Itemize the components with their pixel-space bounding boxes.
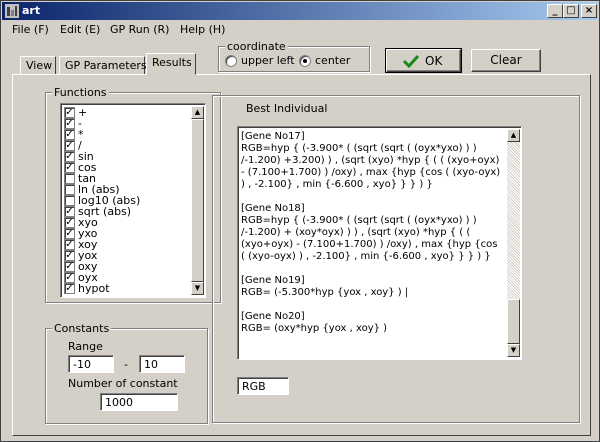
radio-upper-left-label: upper left: [241, 54, 295, 67]
functions-scrollbar[interactable]: ▲ ▼: [191, 106, 204, 295]
functions-group: Functions ✓ + ✓ - ✓ * ✓ / ✓ sin ✓ cos tan ln (abs) log…: [45, 86, 221, 303]
range-min-input[interactable]: -10: [68, 355, 114, 373]
checkbox-checked[interactable]: ✓: [64, 107, 75, 118]
ok-button[interactable]: OK: [385, 48, 462, 73]
menu-help[interactable]: Help (H): [180, 23, 225, 36]
scroll-down-icon[interactable]: ▼: [191, 282, 204, 295]
best-individual-text: [Gene No17] RGB=hyp { (-3.900* ( (sqrt (…: [241, 131, 501, 334]
menu-gp-run[interactable]: GP Run (R): [110, 23, 169, 36]
radio-upper-left[interactable]: [225, 55, 237, 67]
checkmark-icon: [403, 54, 419, 68]
text-scroll-thumb[interactable]: [507, 299, 520, 344]
best-individual-textarea[interactable]: [Gene No17] RGB=hyp { (-3.900* ( (sqrt (…: [237, 126, 522, 360]
checkbox-checked[interactable]: ✓: [64, 140, 75, 151]
checkbox-unchecked[interactable]: [64, 184, 75, 195]
color-mode-field[interactable]: RGB: [237, 377, 289, 395]
tab-view[interactable]: View: [20, 56, 56, 75]
scroll-thumb[interactable]: [191, 119, 204, 282]
coordinate-group: coordinate upper left center: [218, 40, 370, 72]
app-icon: [5, 4, 19, 18]
checkbox-checked[interactable]: ✓: [64, 129, 75, 140]
coordinate-label: coordinate: [225, 40, 288, 53]
range-separator: -: [124, 358, 128, 371]
checkbox-checked[interactable]: ✓: [64, 118, 75, 129]
clear-button[interactable]: Clear: [471, 49, 541, 72]
checkbox-checked[interactable]: ✓: [64, 228, 75, 239]
text-scroll-down-icon[interactable]: ▼: [507, 344, 520, 357]
checkbox-checked[interactable]: ✓: [64, 283, 75, 294]
constants-label: Constants: [52, 322, 112, 335]
checkbox-unchecked[interactable]: [64, 195, 75, 206]
checkbox-checked[interactable]: ✓: [64, 151, 75, 162]
best-individual-label: Best Individual: [246, 102, 328, 115]
app-window: art _ □ × File (F) Edit (E) GP Run (R) H…: [0, 0, 600, 442]
checkbox-checked[interactable]: ✓: [64, 272, 75, 283]
checkbox-checked[interactable]: ✓: [64, 217, 75, 228]
checkbox-unchecked[interactable]: [64, 173, 75, 184]
constant-count-label: Number of constant: [68, 377, 178, 390]
menu-file[interactable]: File (F): [12, 23, 49, 36]
maximize-button[interactable]: □: [563, 4, 579, 18]
radio-center-label: center: [315, 54, 351, 67]
checkbox-checked[interactable]: ✓: [64, 239, 75, 250]
checkbox-checked[interactable]: ✓: [64, 206, 75, 217]
menu-bar: File (F) Edit (E) GP Run (R) Help (H): [2, 21, 598, 39]
text-scrollbar[interactable]: ▲ ▼: [507, 129, 520, 357]
radio-center[interactable]: [299, 55, 311, 67]
function-label: hypot: [78, 282, 110, 295]
text-scroll-up-icon[interactable]: ▲: [507, 129, 520, 142]
title-bar[interactable]: art _ □ ×: [2, 2, 598, 20]
menu-edit[interactable]: Edit (E): [60, 23, 100, 36]
minimize-button[interactable]: _: [547, 4, 563, 18]
range-max-input[interactable]: 10: [139, 355, 185, 373]
functions-list[interactable]: ✓ + ✓ - ✓ * ✓ / ✓ sin ✓ cos tan ln (abs) log10 (abs) ✓ s…: [60, 103, 206, 298]
scroll-up-icon[interactable]: ▲: [191, 106, 204, 119]
close-button[interactable]: ×: [581, 4, 597, 18]
ok-label: OK: [425, 54, 443, 68]
results-panel: Functions ✓ + ✓ - ✓ * ✓ / ✓ sin ✓ cos tan ln (abs) log…: [12, 74, 591, 436]
checkbox-checked[interactable]: ✓: [64, 162, 75, 173]
checkbox-checked[interactable]: ✓: [64, 261, 75, 272]
tab-results[interactable]: Results: [146, 53, 196, 75]
checkbox-checked[interactable]: ✓: [64, 250, 75, 261]
functions-label: Functions: [52, 86, 109, 99]
best-individual-group: Best Individual [Gene No17] RGB=hyp { (-…: [212, 95, 580, 423]
range-label: Range: [68, 340, 103, 353]
constants-group: Constants Range -10 - 10 Number of const…: [45, 322, 208, 424]
constant-count-input[interactable]: 1000: [100, 393, 178, 411]
tab-gp-parameters[interactable]: GP Parameters: [59, 56, 147, 75]
window-title: art: [22, 4, 41, 17]
